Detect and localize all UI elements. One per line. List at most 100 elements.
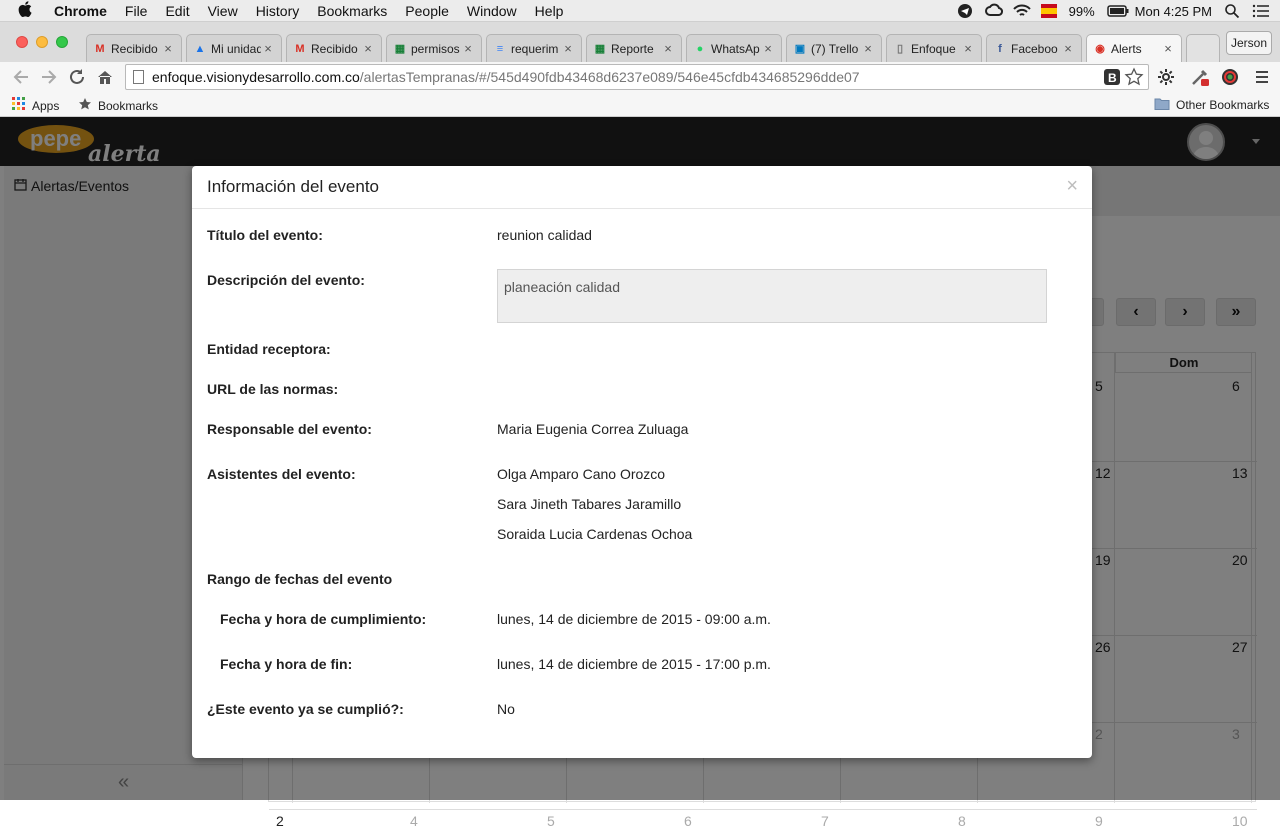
tab-close-icon[interactable]: × xyxy=(861,41,875,56)
creative-cloud-icon[interactable] xyxy=(984,3,1003,19)
browser-toolbar: enfoque.visionydesarrollo.com.co/alertas… xyxy=(0,62,1280,92)
menu-history[interactable]: History xyxy=(256,3,300,19)
calendar-day-number[interactable]: 8 xyxy=(958,813,966,829)
tab-label: (7) Trello xyxy=(811,41,859,56)
attendee-item: Olga Amparo Cano Orozco xyxy=(497,466,666,482)
bookmark-apps[interactable]: Apps xyxy=(12,97,59,114)
address-bar[interactable]: enfoque.visionydesarrollo.com.co/alertas… xyxy=(125,64,1149,90)
docs-icon: ≡ xyxy=(496,42,504,55)
new-tab-button[interactable] xyxy=(1186,34,1220,62)
menu-app-name[interactable]: Chrome xyxy=(54,3,107,19)
bookmark-apps-label: Apps xyxy=(32,98,60,113)
receiving-entity-label: Entidad receptora: xyxy=(207,341,331,357)
menu-file[interactable]: File xyxy=(125,3,148,19)
tab-close-icon[interactable]: × xyxy=(661,41,675,56)
chrome-menu-icon[interactable] xyxy=(1252,67,1272,87)
sheets-icon: ▦ xyxy=(394,43,406,55)
input-source-flag-icon[interactable] xyxy=(1040,3,1057,19)
tab-label: requerim xyxy=(511,41,559,56)
browser-tab[interactable]: ▯ Enfoque × xyxy=(886,34,982,62)
wifi-icon[interactable] xyxy=(1012,3,1031,19)
menu-bookmarks[interactable]: Bookmarks xyxy=(317,3,387,19)
attendee-item: Soraida Lucia Cardenas Ochoa xyxy=(497,526,693,542)
battery-icon[interactable] xyxy=(1106,3,1129,19)
spotlight-search-icon[interactable] xyxy=(1224,3,1240,19)
home-icon[interactable] xyxy=(94,66,116,88)
telegram-icon[interactable] xyxy=(957,3,973,19)
clock[interactable]: Mon 4:25 PM xyxy=(1135,4,1212,19)
browser-tab[interactable]: ● WhatsAp × xyxy=(686,34,782,62)
tab-label: Recibido xyxy=(311,41,358,56)
bookmark-star-icon[interactable] xyxy=(1124,67,1144,87)
minimize-window-button[interactable] xyxy=(36,36,48,48)
tab-close-icon[interactable]: × xyxy=(961,41,975,56)
browser-tab[interactable]: M Recibido × xyxy=(86,34,182,62)
back-icon[interactable] xyxy=(10,66,32,88)
profile-button[interactable]: Jerson xyxy=(1226,31,1272,55)
tab-close-icon[interactable]: × xyxy=(1161,41,1175,56)
settings-gear-icon[interactable] xyxy=(1156,67,1176,87)
tab-label: Reporte xyxy=(611,41,654,56)
close-icon[interactable]: × xyxy=(1066,175,1078,198)
tab-close-icon[interactable]: × xyxy=(1061,41,1075,56)
tab-label: Faceboo xyxy=(1011,41,1058,56)
menu-edit[interactable]: Edit xyxy=(165,3,189,19)
browser-tab[interactable]: ▦ Reporte × xyxy=(586,34,682,62)
page-info-icon[interactable] xyxy=(133,70,144,84)
bookmark-other-bookmarks[interactable]: Other Bookmarks xyxy=(1154,97,1269,113)
calendar-day-number[interactable]: 6 xyxy=(684,813,692,829)
forward-icon[interactable] xyxy=(38,66,60,88)
drive-icon: ▲ xyxy=(194,42,206,55)
calendar-day-number[interactable]: 4 xyxy=(410,813,418,829)
event-completed-label: ¿Este evento ya se cumplió?: xyxy=(207,701,404,717)
color-picker-extension-icon[interactable] xyxy=(1190,67,1210,87)
chrome-extension-circle-icon[interactable] xyxy=(1220,67,1240,87)
calendar-day-number[interactable]: 9 xyxy=(1095,813,1103,829)
bookmark-bookmarks[interactable]: Bookmarks xyxy=(78,97,158,114)
calendar-row-divider xyxy=(269,809,1257,810)
tab-close-icon[interactable]: × xyxy=(561,41,575,56)
close-window-button[interactable] xyxy=(16,36,28,48)
calendar-day-number[interactable]: 5 xyxy=(547,813,555,829)
buffer-extension-icon[interactable]: B xyxy=(1102,67,1122,87)
event-completed-value: No xyxy=(497,701,515,717)
tab-close-icon[interactable]: × xyxy=(761,41,775,56)
browser-tab[interactable]: ▦ permisos × xyxy=(386,34,482,62)
menu-people[interactable]: People xyxy=(405,3,449,19)
browser-tab-strip: M Recibido × ▲ Mi unidad × M Recibido × ▦ permisos… xyxy=(0,22,1280,62)
event-description-label: Descripción del evento: xyxy=(207,272,365,288)
tab-close-icon[interactable]: × xyxy=(161,41,175,56)
bookmark-bookmarks-label: Bookmarks xyxy=(98,98,159,113)
whatsapp-icon: ● xyxy=(696,42,704,55)
trello-icon: ▣ xyxy=(794,43,806,55)
browser-tab[interactable]: ≡ requerim × xyxy=(486,34,582,62)
date-range-heading: Rango de fechas del evento xyxy=(207,571,393,587)
bookmark-other-label: Other Bookmarks xyxy=(1176,98,1270,112)
tab-close-icon[interactable]: × xyxy=(461,41,475,56)
browser-tab[interactable]: ▣ (7) Trello × xyxy=(786,34,882,62)
notification-center-icon[interactable] xyxy=(1252,3,1269,19)
zoom-window-button[interactable] xyxy=(56,36,68,48)
event-owner-value: Maria Eugenia Correa Zuluaga xyxy=(497,421,689,437)
event-title-label: Título del evento: xyxy=(207,227,323,243)
calendar-day-number[interactable]: 10 xyxy=(1232,813,1248,829)
tab-close-icon[interactable]: × xyxy=(261,41,275,56)
calendar-week-number: 2 xyxy=(276,813,284,829)
browser-tab[interactable]: M Recibido × xyxy=(286,34,382,62)
browser-tab[interactable]: f Faceboo × xyxy=(986,34,1082,62)
menu-window[interactable]: Window xyxy=(467,3,517,19)
reload-icon[interactable] xyxy=(66,66,88,88)
menu-help[interactable]: Help xyxy=(535,3,564,19)
modal-title: Información del evento xyxy=(207,177,379,196)
browser-tab[interactable]: ▲ Mi unidad × xyxy=(186,34,282,62)
event-description-value[interactable]: planeación calidad xyxy=(497,269,1047,323)
calendar-day-number[interactable]: 7 xyxy=(821,813,829,829)
browser-tab[interactable]: ◉ Alerts × xyxy=(1086,34,1182,62)
tab-label: Recibido xyxy=(111,41,158,56)
menu-view[interactable]: View xyxy=(208,3,238,19)
tab-close-icon[interactable]: × xyxy=(361,41,375,56)
folder-icon xyxy=(1154,97,1170,113)
apps-grid-icon xyxy=(12,97,26,114)
event-attendees-label: Asistentes del evento: xyxy=(207,466,356,482)
apple-icon[interactable] xyxy=(18,0,38,21)
